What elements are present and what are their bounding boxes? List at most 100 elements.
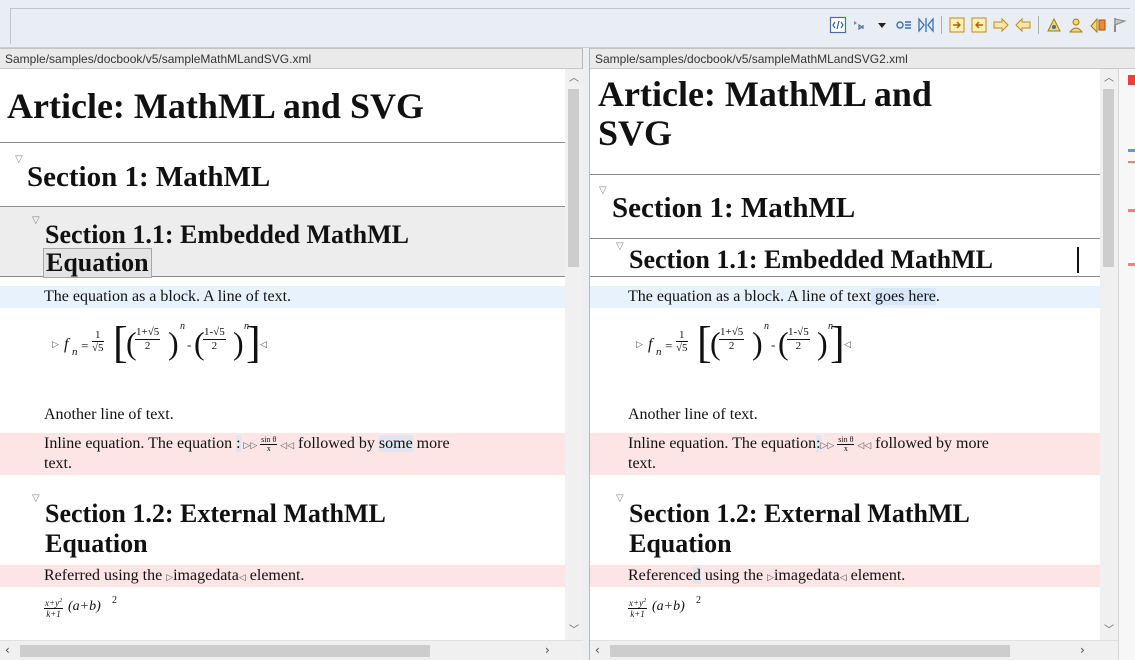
- dropdown-icon[interactable]: [871, 14, 893, 36]
- math-n: n: [72, 346, 78, 358]
- reference-paragraph: Referred using the ▷imagedata◁ element.: [0, 565, 565, 587]
- inline-line-2: text.: [44, 455, 72, 472]
- math-start-marker-icon: ▷: [52, 340, 59, 350]
- inline-denominator: x: [266, 443, 271, 453]
- person-two-icon[interactable]: [1065, 14, 1087, 36]
- collapse-triangle-icon[interactable]: ▽: [599, 185, 607, 196]
- diff-marker[interactable]: [1128, 75, 1135, 85]
- reference-changed-text: d: [692, 567, 701, 584]
- math-numerator: 1+√5: [135, 326, 161, 340]
- collapse-triangle-icon[interactable]: ▽: [616, 493, 624, 504]
- math-f: f: [64, 336, 69, 353]
- scroll-left-arrow-icon[interactable]: ‹: [595, 643, 600, 657]
- math-paren-close: ): [752, 325, 763, 361]
- math-numerator: 1-√5: [203, 326, 226, 340]
- previous-change-icon[interactable]: [968, 14, 990, 36]
- left-vertical-scroll-thumb[interactable]: [568, 89, 579, 267]
- tag-start-marker-icon: ▷: [767, 573, 774, 583]
- math-paren-close: ): [168, 325, 179, 361]
- scroll-down-arrow-icon[interactable]: ﹀: [1100, 621, 1118, 636]
- math-paren-close: ): [817, 325, 828, 361]
- toolbar-separator: [1038, 16, 1039, 34]
- external-fraction: x+y2 k+1: [44, 596, 64, 619]
- left-horizontal-scrollbar[interactable]: ‹ ›: [0, 640, 583, 660]
- flag-icon[interactable]: [1109, 14, 1131, 36]
- math-paren-close: ): [233, 325, 244, 361]
- math-fraction: 1-√5 2: [203, 326, 226, 353]
- math-numerator: 1: [92, 329, 104, 342]
- math-end-marker-icon: ◁◁: [277, 441, 295, 451]
- math-end-marker-icon: ◁◁: [854, 441, 872, 451]
- external-exponent: 2: [112, 595, 117, 606]
- diff-marker[interactable]: [1128, 149, 1135, 152]
- diff-overview-ruler[interactable]: [1118, 69, 1135, 660]
- paragraph-block-line: The equation as a block. A line of text …: [590, 286, 1118, 308]
- right-document-view[interactable]: Article: MathML and SVG ▽ Section 1: Mat…: [590, 69, 1118, 641]
- collapse-triangle-icon[interactable]: ▽: [32, 493, 40, 504]
- left-document-view[interactable]: Article: MathML and SVG ▽ Section 1: Mat…: [0, 69, 565, 641]
- right-vertical-scroll-thumb[interactable]: [1103, 89, 1114, 267]
- math-numerator: 1-√5: [787, 326, 810, 340]
- article-title: Article: MathML and SVG: [590, 69, 1118, 175]
- right-horizontal-scrollbar[interactable]: ‹ ›: [590, 640, 1118, 660]
- scroll-up-arrow-icon[interactable]: ︿: [565, 69, 583, 84]
- article-title: Article: MathML and SVG: [0, 69, 565, 143]
- math-denominator: 2: [211, 340, 218, 352]
- inline-text-prefix: Inline equation. The equation: [628, 435, 817, 452]
- inline-text-middle: followed by: [294, 435, 379, 452]
- right-vertical-scrollbar[interactable]: ︿ ﹀: [1100, 69, 1118, 641]
- scroll-up-arrow-icon[interactable]: ︿: [1100, 69, 1118, 84]
- section-1-2-title-line1: Section 1.2: External MathML: [629, 499, 970, 528]
- external-paren: (a+b): [652, 599, 685, 614]
- copy-left-icon[interactable]: [1012, 14, 1034, 36]
- left-horizontal-scroll-thumb[interactable]: [20, 645, 430, 657]
- reference-text: Referred using the ▷imagedata◁ element.: [44, 566, 304, 588]
- collapse-triangle-icon[interactable]: ▽: [616, 241, 624, 252]
- scroll-down-arrow-icon[interactable]: ﹀: [565, 621, 583, 636]
- toggle-tags-icon[interactable]: [849, 14, 871, 36]
- math-end-marker-icon: ◁: [844, 340, 851, 350]
- diff-marker[interactable]: [1128, 263, 1135, 266]
- math-denominator: 2: [728, 340, 735, 352]
- math-fraction: 1 √5: [92, 329, 104, 354]
- person-icon[interactable]: [1043, 14, 1065, 36]
- diff-marker[interactable]: [1128, 209, 1135, 212]
- tag-end-marker-icon: ◁: [238, 573, 246, 583]
- reference-suffix: element.: [846, 567, 906, 584]
- settings-icon[interactable]: [893, 14, 915, 36]
- scroll-right-arrow-icon[interactable]: ›: [545, 643, 550, 657]
- left-vertical-scrollbar[interactable]: ︿ ﹀: [565, 69, 583, 641]
- collapse-triangle-icon[interactable]: ▽: [32, 215, 40, 226]
- text-cursor: [1077, 247, 1079, 273]
- compare-icon[interactable]: [915, 14, 937, 36]
- external-fraction: x+y2 k+1: [628, 596, 648, 619]
- inline-text-middle: followed by more: [871, 435, 989, 452]
- scroll-right-arrow-icon[interactable]: ›: [1080, 643, 1085, 657]
- paragraph-block-line: The equation as a block. A line of text.: [0, 286, 565, 308]
- inline-line-1: Inline equation. The equation : ▷▷ sin θ…: [44, 434, 450, 456]
- inline-line-2: text.: [628, 455, 656, 472]
- diff-marker[interactable]: [1128, 161, 1135, 163]
- external-equation: x+y2 k+1 (a+b) 2: [628, 593, 748, 623]
- inline-denominator: x: [843, 443, 848, 453]
- paragraph-another-line: Another line of text.: [44, 405, 174, 425]
- math-end-marker-icon: ◁: [260, 340, 267, 350]
- section-1-2-title-line2: Equation: [45, 529, 148, 558]
- math-numerator: 1: [676, 329, 688, 342]
- inline-text-suffix: more: [412, 435, 450, 452]
- tags-display-icon[interactable]: [827, 14, 849, 36]
- right-file-path: Sample/samples/docbook/v5/sampleMathMLan…: [590, 49, 1135, 69]
- block-equation: ▷ f n = 1 √5 [ ( 1+√5 2 ) n - ( 1-√5 2 )…: [625, 321, 885, 377]
- external-exponent: 2: [696, 595, 701, 606]
- article-title-text: Article: MathML and SVG: [7, 86, 424, 126]
- next-change-icon[interactable]: [946, 14, 968, 36]
- collapse-triangle-icon[interactable]: ▽: [15, 154, 23, 165]
- inline-fraction: sin θx: [837, 435, 855, 453]
- inline-fraction: sin θx: [260, 435, 278, 453]
- scroll-left-arrow-icon[interactable]: ‹: [5, 643, 10, 657]
- copy-right-icon[interactable]: [990, 14, 1012, 36]
- math-start-marker-icon: ▷: [636, 340, 643, 350]
- right-horizontal-scroll-thumb[interactable]: [610, 645, 1010, 657]
- merge-icon[interactable]: [1087, 14, 1109, 36]
- section-1-1-heading: ▽ Section 1.1: Embedded MathML: [590, 239, 1118, 277]
